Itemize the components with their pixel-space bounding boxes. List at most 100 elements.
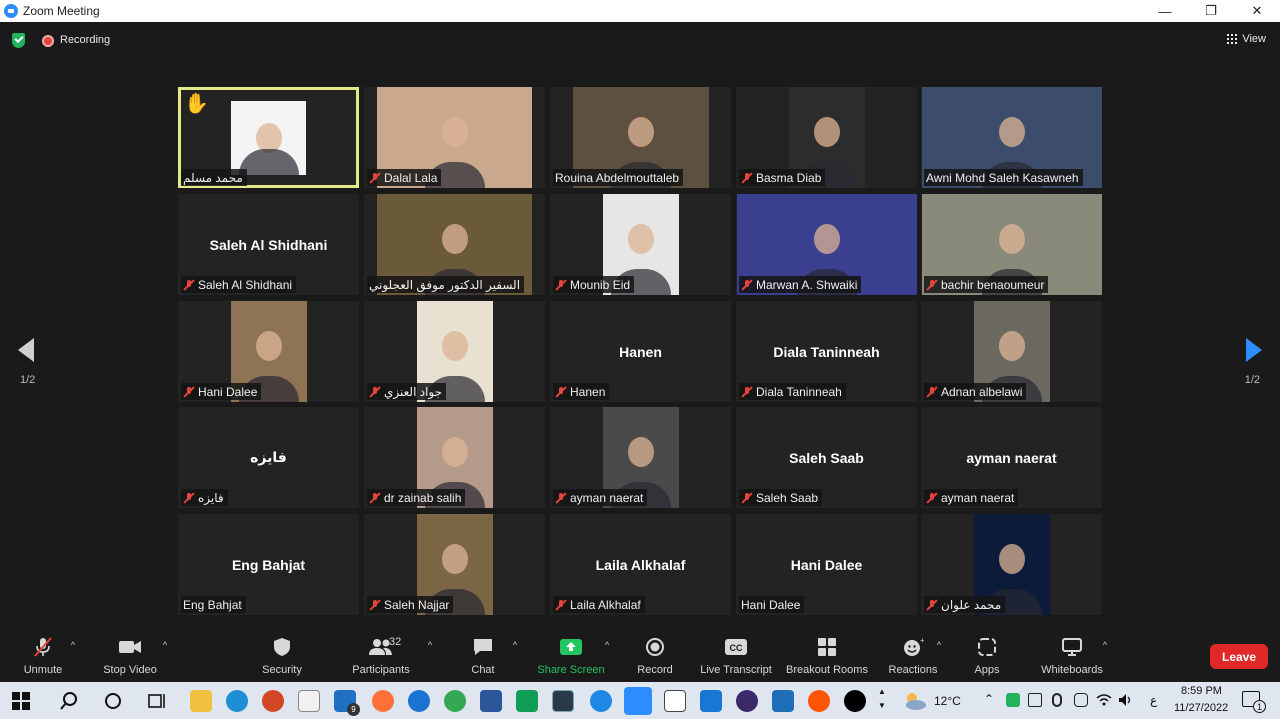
reactions-options-caret[interactable]: ^ [934,632,944,682]
close-button[interactable]: ✕ [1234,0,1280,22]
onedrive-icon[interactable] [590,690,612,712]
chrome-icon[interactable] [444,690,466,712]
calculator-icon[interactable] [772,690,794,712]
device-tray-icon[interactable] [1028,693,1042,707]
participant-tile[interactable]: Hani Dalee [178,301,359,402]
participant-tile[interactable]: Mounib Eid [550,194,731,295]
participant-tile[interactable]: Saleh Al Shidhani Saleh Al Shidhani [178,194,359,295]
edge-browser-icon[interactable] [226,690,248,712]
zoom-taskbar-icon[interactable] [624,687,652,715]
participant-tile[interactable]: Marwan A. Shwaiki [736,194,917,295]
participant-tile[interactable]: Saleh Saab Saleh Saab [736,407,917,508]
participants-label: Participants [352,664,410,676]
security-shield-icon[interactable] [12,33,25,48]
participant-tile[interactable]: Hani Dalee Hani Dalee [736,514,917,615]
participant-tile[interactable]: Basma Diab [736,87,917,188]
security-button[interactable]: Security [258,632,306,682]
input-language[interactable]: ع [1150,693,1157,707]
internet-explorer-icon[interactable] [408,690,430,712]
word-icon[interactable] [480,690,502,712]
participant-tile[interactable]: جواد العنزي [364,301,545,402]
participant-name: Adnan albelawi [941,384,1023,399]
participant-tile[interactable]: السفير الدكتور موفق العجلوني [364,194,545,295]
microphone-muted-icon [555,599,567,611]
weather-cloud-icon[interactable] [902,690,928,712]
participant-tile[interactable]: Awni Mohd Saleh Kasawneh [921,87,1102,188]
display-tray-icon[interactable] [1074,693,1088,707]
participant-tile[interactable]: Adnan albelawi [921,301,1102,402]
chat-button[interactable]: Chat [466,632,500,682]
breakout-rooms-button[interactable]: Breakout Rooms [784,632,870,682]
participant-tile[interactable]: فايزه فايزه [178,407,359,508]
participant-tile[interactable]: Dalal Lala [364,87,545,188]
participant-tile[interactable]: محمد علوان [921,514,1102,615]
cortana-icon[interactable] [102,690,124,712]
leave-button[interactable]: Leave [1210,644,1268,669]
store-icon[interactable] [298,690,320,712]
participant-tile[interactable]: Diala Taninneah Diala Taninneah [736,301,917,402]
unmute-button[interactable]: Unmute [18,632,68,682]
windows-start-icon[interactable] [12,692,30,710]
participants-options-caret[interactable]: ^ [425,632,435,682]
live-transcript-button[interactable]: CC Live Transcript [698,632,774,682]
clock-date[interactable]: 11/27/2022 [1174,702,1228,714]
page-indicator-right: 1/2 [1244,374,1260,386]
lightroom-icon[interactable] [552,690,574,712]
participant-tile[interactable]: ayman naerat [550,407,731,508]
participant-tile[interactable]: Hanen Hanen [550,301,731,402]
next-page-icon[interactable] [1246,338,1262,362]
security-tray-icon[interactable] [1006,693,1020,707]
person-head-icon [999,117,1025,148]
participant-tile[interactable]: Saleh Najjar [364,514,545,615]
whiteboards-options-caret[interactable]: ^ [1100,632,1110,682]
soundcloud-icon[interactable] [808,690,830,712]
person-head-icon [441,224,468,255]
volume-icon[interactable] [1118,692,1134,708]
media-app-icon[interactable] [736,690,758,712]
taskbar-scroll-icon[interactable]: ▲ ▼ [876,685,888,715]
record-button[interactable]: Record [632,632,678,682]
weather-temperature[interactable]: 12°C [934,694,961,708]
stop-video-label: Stop Video [103,664,157,676]
task-view-icon[interactable] [146,690,168,712]
reactions-button[interactable]: + Reactions [886,632,940,682]
participant-nameplate: ayman naerat [553,489,648,506]
notifications-icon[interactable]: 1 [1242,691,1266,713]
participant-tile[interactable]: ✋ محمد مسلم [178,87,359,188]
tray-expand-icon[interactable]: ⌃ [984,692,994,706]
search-icon[interactable] [58,690,80,712]
share-options-caret[interactable]: ^ [602,632,612,682]
participant-tile[interactable]: bachir benaoumeur [921,194,1102,295]
powerpoint-icon[interactable] [262,690,284,712]
document-icon[interactable] [664,690,686,712]
video-options-caret[interactable]: ^ [160,632,170,682]
clock-time[interactable]: 8:59 PM [1181,685,1222,697]
chat-options-caret[interactable]: ^ [510,632,520,682]
participants-button[interactable]: 32 Participants [348,632,414,682]
tiktok-icon[interactable] [844,690,866,712]
wifi-icon[interactable] [1096,692,1112,708]
participant-tile[interactable]: Laila Alkhalaf Laila Alkhalaf [550,514,731,615]
audio-options-caret[interactable]: ^ [68,632,78,682]
participant-tile[interactable]: Eng Bahjat Eng Bahjat [178,514,359,615]
participant-tile[interactable]: dr zainab salih [364,407,545,508]
stop-video-button[interactable]: Stop Video [98,632,162,682]
participant-tile[interactable]: Rouina Abdelmouttaleb [550,87,731,188]
restore-button[interactable]: ❐ [1188,0,1234,22]
view-button[interactable]: View [1227,33,1266,45]
file-explorer-icon[interactable] [190,690,212,712]
whiteboard-icon [1059,636,1085,658]
app-icon[interactable] [516,690,538,712]
participant-tile[interactable]: ayman naerat ayman naerat [921,407,1102,508]
minimize-button[interactable]: — [1142,0,1188,22]
firefox-icon[interactable] [372,690,394,712]
mail-icon[interactable]: 9 [334,690,360,716]
whiteboards-button[interactable]: Whiteboards [1036,632,1108,682]
calendar-icon[interactable] [700,690,722,712]
apps-button[interactable]: Apps [970,632,1004,682]
microphone-muted-icon [926,599,938,611]
previous-page-icon[interactable] [18,338,34,362]
share-screen-button[interactable]: Share Screen [536,632,606,682]
microphone-tray-icon[interactable] [1052,693,1062,707]
recording-label[interactable]: Recording [60,34,110,46]
